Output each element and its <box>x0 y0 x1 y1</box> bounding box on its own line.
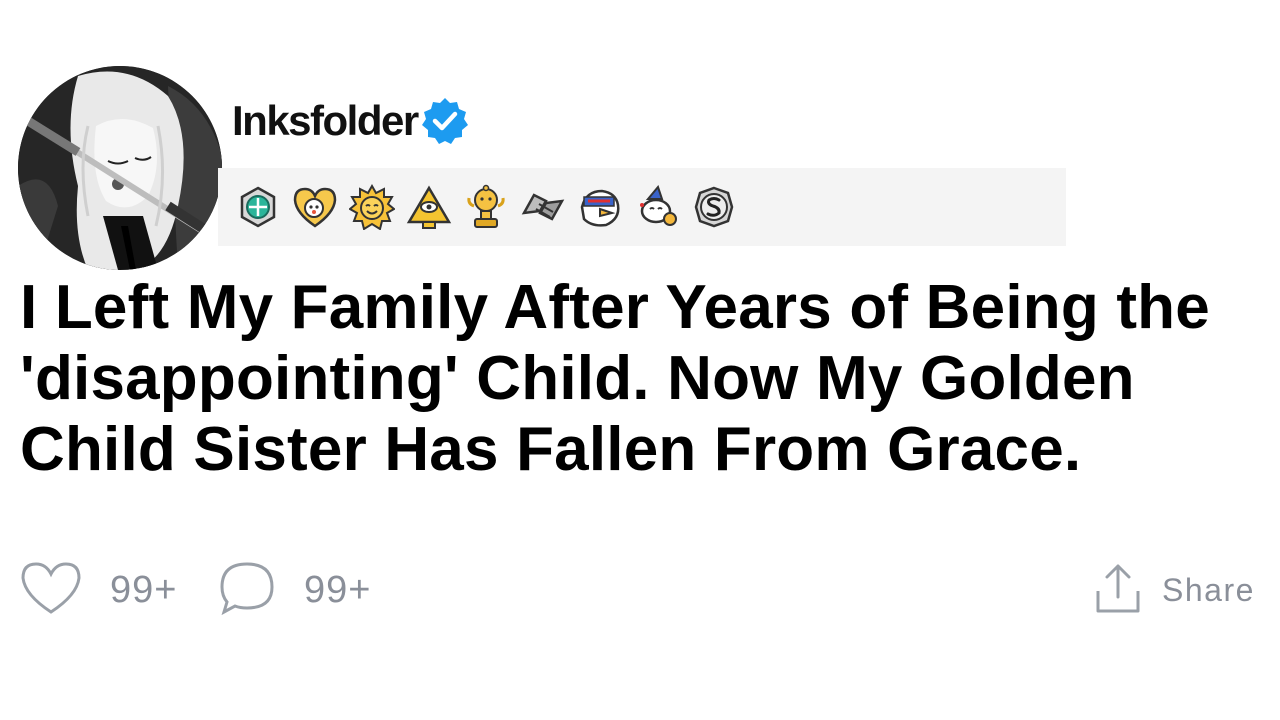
silver-s-coin-award-icon[interactable] <box>690 183 738 231</box>
patriot-eagle-award-icon[interactable] <box>576 183 624 231</box>
post-actions: 99+ 99+ Share <box>20 560 1260 620</box>
gold-trophy-snoo-award-icon[interactable] <box>462 183 510 231</box>
avatar[interactable] <box>18 66 222 270</box>
illuminati-pyramid-award-icon[interactable] <box>405 183 453 231</box>
wholesome-heart-award-icon[interactable] <box>291 183 339 231</box>
handshake-award-icon[interactable] <box>519 183 567 231</box>
heart-icon <box>20 559 82 622</box>
comment-button[interactable]: 99+ <box>218 560 371 620</box>
share-label: Share <box>1162 571 1255 608</box>
like-button[interactable]: 99+ <box>20 560 177 620</box>
share-upload-icon <box>1094 561 1142 620</box>
post-title: I Left My Family After Years of Being th… <box>20 273 1210 484</box>
party-snoo-award-icon[interactable] <box>633 183 681 231</box>
avatar-image <box>18 66 222 270</box>
username[interactable]: Inksfolder <box>232 100 419 142</box>
smiling-sun-award-icon[interactable] <box>348 183 396 231</box>
awards-bar <box>218 168 1066 246</box>
author-row: Inksfolder <box>232 92 470 150</box>
silver-gem-award-icon[interactable] <box>234 183 282 231</box>
share-button[interactable]: Share <box>1094 560 1255 620</box>
comment-count: 99+ <box>304 568 372 611</box>
verified-badge-icon <box>420 96 470 146</box>
comment-bubble-icon <box>218 559 276 622</box>
like-count: 99+ <box>110 568 178 611</box>
